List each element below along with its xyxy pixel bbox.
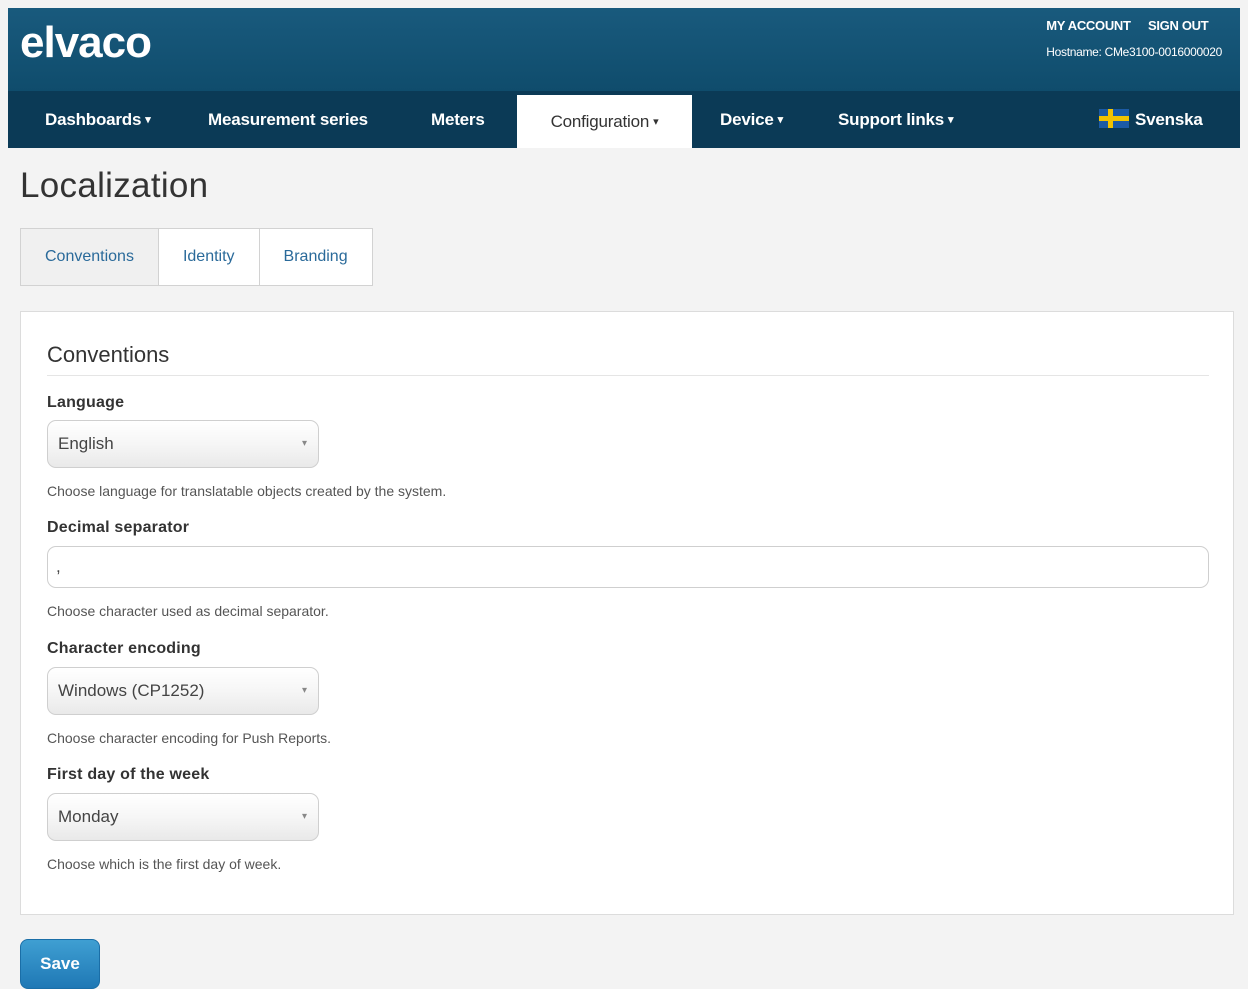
first-day-label: First day of the week xyxy=(47,766,210,783)
nav-meters[interactable]: Meters xyxy=(431,91,485,148)
account-links: MY ACCOUNT SIGN OUT xyxy=(1046,18,1222,33)
app: elvaco MY ACCOUNT SIGN OUT Hostname: CMe… xyxy=(8,8,1240,989)
nav-measurement-series-label: Measurement series xyxy=(208,110,368,129)
dropdown-arrow-icon: ▾ xyxy=(301,685,307,696)
decimal-separator-label: Decimal separator xyxy=(47,519,190,536)
dropdown-arrow-icon: ▾ xyxy=(301,811,307,822)
first-day-select-value: Monday xyxy=(58,807,119,826)
first-day-select[interactable]: Monday ▾ xyxy=(47,793,319,841)
character-encoding-select-value: Windows (CP1252) xyxy=(58,681,205,700)
decimal-separator-help: Choose character used as decimal separat… xyxy=(47,603,329,619)
divider xyxy=(47,375,1209,376)
caret-down-icon: ▾ xyxy=(653,116,659,129)
dropdown-arrow-icon: ▾ xyxy=(301,438,307,449)
language-switch[interactable]: Svenska xyxy=(1099,91,1203,148)
character-encoding-help: Choose character encoding for Push Repor… xyxy=(47,730,332,746)
elvaco-logo[interactable]: elvaco xyxy=(20,18,152,68)
nav-meters-label: Meters xyxy=(431,110,485,129)
conventions-panel: Conventions Language English ▾ Choose la… xyxy=(20,311,1234,915)
save-button[interactable]: Save xyxy=(20,939,100,989)
tab-conventions[interactable]: Conventions xyxy=(21,229,159,285)
tab-branding[interactable]: Branding xyxy=(260,229,372,285)
nav-support-links-label: Support links xyxy=(838,110,945,129)
language-help: Choose language for translatable objects… xyxy=(47,483,447,499)
nav-configuration[interactable]: Configuration ▾ xyxy=(517,95,692,148)
panel-title: Conventions xyxy=(47,342,170,367)
hostname-text: Hostname: CMe3100-0016000020 xyxy=(1046,45,1222,59)
caret-down-icon: ▾ xyxy=(777,114,784,127)
nav-support-links[interactable]: Support links ▾ xyxy=(838,91,954,148)
caret-down-icon: ▾ xyxy=(145,114,151,127)
nav-measurement-series[interactable]: Measurement series xyxy=(208,91,368,148)
character-encoding-select[interactable]: Windows (CP1252) ▾ xyxy=(47,667,319,715)
my-account-link[interactable]: MY ACCOUNT xyxy=(1046,18,1131,33)
sign-out-link[interactable]: SIGN OUT xyxy=(1148,18,1209,33)
tab-identity[interactable]: Identity xyxy=(159,229,260,285)
character-encoding-label: Character encoding xyxy=(47,640,201,657)
nav-device-label: Device xyxy=(720,110,774,129)
language-select[interactable]: English ▾ xyxy=(47,420,319,468)
caret-down-icon: ▾ xyxy=(948,114,954,127)
page-title: Localization xyxy=(20,166,209,205)
language-select-value: English xyxy=(58,434,114,453)
first-day-help: Choose which is the first day of week. xyxy=(47,856,282,872)
account-area: MY ACCOUNT SIGN OUT Hostname: CMe3100-00… xyxy=(1046,18,1222,59)
swedish-flag-icon xyxy=(1099,109,1129,128)
nav-device[interactable]: Device ▾ xyxy=(720,91,783,148)
nav-dashboards-label: Dashboards xyxy=(45,110,142,129)
language-label: Language xyxy=(47,394,125,411)
language-switch-label: Svenska xyxy=(1135,110,1203,129)
header: elvaco MY ACCOUNT SIGN OUT Hostname: CMe… xyxy=(8,8,1240,148)
localization-tabs: Conventions Identity Branding xyxy=(20,228,373,286)
nav-dashboards[interactable]: Dashboards ▾ xyxy=(45,91,151,148)
main-navbar: Dashboards ▾ Measurement series Meters Co… xyxy=(8,91,1240,148)
nav-configuration-label: Configuration xyxy=(550,112,650,131)
decimal-separator-input[interactable]: , xyxy=(47,546,1209,588)
